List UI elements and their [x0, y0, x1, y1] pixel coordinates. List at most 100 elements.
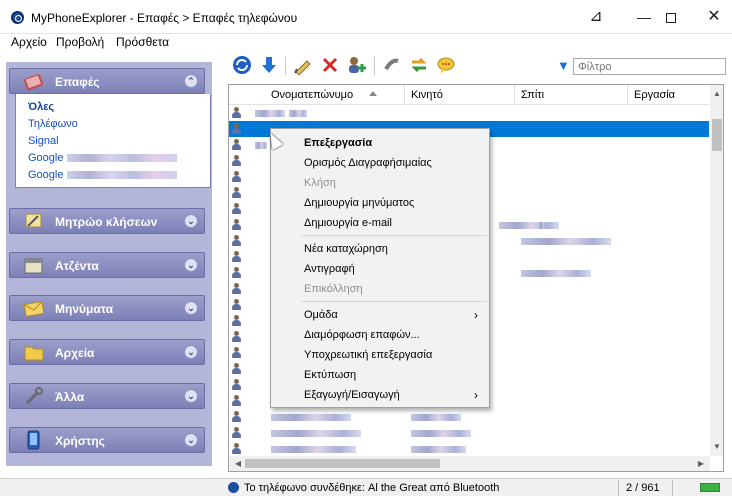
connection-status: Το τηλέφωνο συνδέθηκε: Al the Great από …: [244, 482, 500, 494]
column-divider[interactable]: [627, 85, 628, 105]
context-menu-item[interactable]: Ομάδα ›: [272, 305, 488, 325]
column-divider[interactable]: [404, 85, 405, 105]
message-button[interactable]: [434, 53, 458, 77]
column-home[interactable]: Σπίτι: [521, 89, 544, 101]
contact-icon: [232, 139, 241, 151]
scroll-left-icon[interactable]: ◀: [231, 456, 245, 471]
download-button[interactable]: [257, 53, 281, 77]
sync-button[interactable]: [407, 53, 431, 77]
contact-icon: [232, 315, 241, 327]
context-menu-item-label: Νέα καταχώρηση: [304, 243, 388, 255]
expand-chevron-icon[interactable]: ⌄: [184, 214, 198, 228]
submenu-arrow-icon: ›: [474, 308, 478, 322]
expand-chevron-icon[interactable]: ⌄: [184, 345, 198, 359]
context-menu-item-label: Εκτύπωση: [304, 369, 357, 381]
call-button[interactable]: [380, 53, 404, 77]
contact-icon: [232, 203, 241, 215]
group-label: Google: [28, 169, 64, 181]
context-menu-item[interactable]: Αντιγραφή: [272, 259, 488, 279]
context-menu-item[interactable]: Ορισμός Διαγραφήσιμαίας: [272, 153, 488, 173]
sidebar-section-other[interactable]: Άλλα ⌄: [9, 383, 205, 409]
vertical-scrollbar[interactable]: ▲ ▼: [710, 85, 723, 456]
add-contact-button[interactable]: [345, 53, 369, 77]
redacted-cell: [539, 222, 547, 229]
context-menu-item[interactable]: Νέα καταχώρηση: [272, 239, 488, 259]
maximize-button[interactable]: [651, 4, 691, 30]
group-google-1[interactable]: Google: [28, 152, 177, 164]
context-menu-item-label: Ορισμός Διαγραφήσιμαίας: [304, 157, 432, 169]
call-icon: [384, 58, 399, 71]
expand-chevron-icon[interactable]: ⌄: [184, 301, 198, 315]
context-menu-item[interactable]: Δημιουργία e-mail: [272, 213, 488, 233]
redacted-cell: [411, 414, 461, 421]
table-row[interactable]: [229, 441, 709, 457]
sidebar-section-messages[interactable]: Μηνύματα ⌄: [9, 295, 205, 321]
sidebar-section-user[interactable]: Χρήστης ⌄: [9, 427, 205, 453]
submenu-arrow-icon: ›: [474, 388, 478, 402]
context-menu-separator: [301, 301, 487, 302]
sidebar-section-calendar[interactable]: Ατζέντα ⌄: [9, 252, 205, 278]
scroll-thumb[interactable]: [245, 459, 440, 468]
close-button[interactable]: ✕: [694, 4, 732, 30]
contact-icon: [232, 155, 241, 167]
delete-button[interactable]: [318, 53, 342, 77]
context-menu-item-label: Επεξεργασία: [304, 137, 373, 149]
collapse-chevron-icon[interactable]: ⌃: [184, 74, 198, 88]
context-menu-item[interactable]: Επεξεργασία: [272, 133, 488, 153]
scroll-thumb[interactable]: [712, 119, 722, 151]
redacted-account: [66, 154, 177, 163]
group-google-2[interactable]: Google: [28, 169, 177, 181]
add-contact-icon: [349, 57, 366, 73]
group-signal[interactable]: Signal: [28, 135, 59, 147]
expand-chevron-icon[interactable]: ⌄: [184, 433, 198, 447]
menu-view[interactable]: Προβολή: [56, 35, 104, 49]
expand-chevron-icon[interactable]: ⌄: [184, 389, 198, 403]
group-phone[interactable]: Τηλέφωνο: [28, 118, 78, 130]
sidebar-section-call-log[interactable]: Μητρώο κλήσεων ⌄: [9, 208, 205, 234]
context-menu-item: Επικόλληση: [272, 279, 488, 299]
contact-icon: [232, 427, 241, 439]
filter-input[interactable]: [573, 58, 726, 75]
context-menu-item[interactable]: Εκτύπωση: [272, 365, 488, 385]
contact-icon: [232, 107, 241, 119]
column-divider[interactable]: [514, 85, 515, 105]
message-icon: [437, 57, 455, 73]
group-all[interactable]: Όλες: [28, 101, 54, 113]
scroll-right-icon[interactable]: ▶: [694, 456, 708, 471]
redacted-cell: [521, 238, 611, 245]
column-work[interactable]: Εργασία: [634, 89, 675, 101]
connection-status-icon: [228, 482, 239, 493]
context-menu-item: Κλήση: [272, 173, 488, 193]
contact-groups-panel: Όλες Τηλέφωνο Signal Google Google: [15, 94, 211, 188]
menu-file[interactable]: Αρχείο: [11, 35, 47, 49]
toolbar-separator: [374, 57, 375, 75]
sidebar-section-contacts[interactable]: Επαφές ⌃: [9, 68, 205, 94]
redacted-cell: [255, 142, 267, 149]
scroll-up-icon[interactable]: ▲: [710, 87, 723, 101]
edit-button[interactable]: [291, 53, 315, 77]
column-mobile[interactable]: Κινητό: [411, 89, 443, 101]
folder-icon: [24, 346, 44, 361]
context-menu-item[interactable]: Διαμόρφωση επαφών...: [272, 325, 488, 345]
expand-chevron-icon[interactable]: ⌄: [184, 258, 198, 272]
toolbar: ▼: [228, 50, 728, 82]
table-row[interactable]: [229, 409, 709, 425]
table-row[interactable]: [229, 105, 709, 121]
pin-button[interactable]: ⊿: [576, 4, 616, 30]
sidebar-section-label: Άλλα: [55, 390, 85, 404]
refresh-button[interactable]: [230, 53, 254, 77]
horizontal-scrollbar[interactable]: ◀ ▶: [229, 456, 710, 471]
context-menu-item[interactable]: Δημιουργία μηνύματος: [272, 193, 488, 213]
context-menu-item-label: Κλήση: [304, 177, 336, 189]
context-menu-item[interactable]: Υποχρεωτική επεξεργασία: [272, 345, 488, 365]
contact-icon: [232, 395, 241, 407]
record-count: 2 / 961: [626, 482, 660, 494]
contact-icon: [232, 331, 241, 343]
scroll-down-icon[interactable]: ▼: [710, 440, 723, 454]
context-menu-item[interactable]: Εξαγωγή/Εισαγωγή ›: [272, 385, 488, 405]
context-menu-item-label: Δημιουργία e-mail: [304, 217, 392, 229]
menu-addons[interactable]: Πρόσθετα: [116, 35, 169, 49]
sidebar-section-files[interactable]: Αρχεία ⌄: [9, 339, 205, 365]
table-row[interactable]: [229, 425, 709, 441]
column-name[interactable]: Ονοματεπώνυμο: [271, 89, 353, 101]
